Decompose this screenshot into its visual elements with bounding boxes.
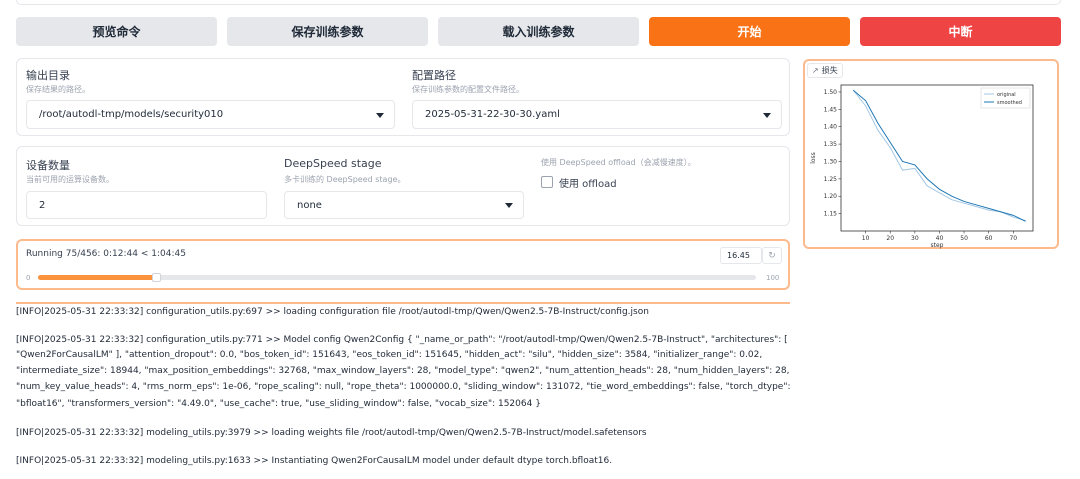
abort-button[interactable]: 中断 (860, 17, 1061, 46)
y-tick-label: 1.40 (824, 124, 838, 131)
progress-status: Running 75/456: 0:12:44 < 1:04:45 (26, 249, 186, 259)
training-progress-panel: Running 75/456: 0:12:44 < 1:04:45 16.45 … (16, 239, 790, 290)
chevron-down-icon (505, 203, 513, 208)
y-tick-label: 1.35 (824, 141, 838, 148)
log-line: "num_key_value_heads": 4, "rms_norm_eps"… (16, 382, 791, 392)
loss-tab-label: 损失 (821, 66, 838, 75)
x-tick-label: 70 (1009, 235, 1017, 242)
log-line: [INFO|2025-05-31 22:33:32] modeling_util… (16, 456, 613, 466)
y-tick-label: 1.45 (824, 106, 838, 113)
deepspeed-stage-label: DeepSpeed stage (284, 157, 382, 170)
loss-tab[interactable]: ↗ 损失 (807, 63, 843, 78)
start-button[interactable]: 开始 (649, 17, 850, 46)
legend-label: original (997, 92, 1016, 98)
x-tick-label: 10 (862, 235, 870, 242)
progress-number-value: 16.45 (727, 251, 750, 260)
output-dir-hint: 保存结果的路径。 (26, 85, 90, 94)
x-tick-label: 40 (936, 235, 944, 242)
log-line: "Qwen2ForCausalLM" ], "attention_dropout… (16, 350, 763, 360)
chevron-down-icon (763, 112, 771, 118)
chevron-down-icon (376, 112, 384, 118)
line-chart-icon: ↗ (812, 66, 819, 75)
config-path-value: 2025-05-31-22-30-30.yaml (425, 109, 560, 120)
device-count-input[interactable]: 2 (26, 191, 267, 219)
top-panel-edge (16, 0, 1061, 5)
x-tick-label: 20 (886, 235, 894, 242)
deepspeed-stage-hint: 多卡训练的 DeepSpeed stage。 (284, 175, 406, 184)
device-count-hint: 当前可用的运算设备数。 (26, 175, 114, 184)
x-tick-label: 60 (985, 235, 993, 242)
y-tick-label: 1.50 (824, 89, 838, 96)
log-line: [INFO|2025-05-31 22:33:32] modeling_util… (16, 428, 647, 438)
progress-slider-track[interactable] (38, 273, 756, 282)
load-params-button[interactable]: 载入训练参数 (438, 17, 639, 46)
x-tick-label: 30 (911, 235, 919, 242)
log-line: "intermediate_size": 18944, "max_positio… (16, 366, 790, 376)
offload-checkbox[interactable] (541, 176, 553, 188)
save-params-button[interactable]: 保存训练参数 (227, 17, 428, 46)
x-axis-label: step (931, 242, 944, 249)
y-tick-label: 1.15 (824, 211, 838, 218)
progress-min-label: 0 (26, 274, 31, 282)
config-path-hint: 保存训练参数的配置文件路径。 (412, 85, 524, 94)
progress-slider-thumb[interactable] (152, 273, 162, 282)
x-tick-label: 50 (960, 235, 968, 242)
legend-label: smoothed (997, 100, 1022, 106)
reset-icon[interactable]: ↻ (762, 247, 782, 264)
y-tick-label: 1.25 (824, 176, 838, 183)
deepspeed-stage-value: none (297, 199, 322, 211)
output-config-panel: 输出目录 保存结果的路径。 /root/autodl-tmp/models/se… (16, 58, 790, 136)
y-axis-label: loss (810, 152, 817, 164)
output-dir-select[interactable]: /root/autodl-tmp/models/security010 (26, 100, 395, 129)
device-deepspeed-panel: 设备数量 当前可用的运算设备数。 2 DeepSpeed stage 多卡训练的… (16, 146, 790, 226)
offload-hint: 使用 DeepSpeed offload（会减慢速度）。 (541, 158, 696, 167)
config-path-label: 配置路径 (412, 69, 456, 82)
progress-number-input[interactable]: 16.45 (720, 247, 762, 264)
log-line: [INFO|2025-05-31 22:33:32] configuration… (16, 307, 649, 317)
loss-chart-panel: ↗ 损失 10 20 30 40 50 60 70 1.15 1.20 1.25 1.30 1.35 1… (803, 59, 1059, 249)
log-line: "bfloat16", "transformers_version": "4.4… (16, 399, 541, 409)
deepspeed-stage-select[interactable]: none (284, 191, 524, 219)
loss-chart: 10 20 30 40 50 60 70 1.15 1.20 1.25 1.30 1.35 1.40 1.… (810, 84, 1034, 249)
y-tick-label: 1.30 (824, 158, 838, 165)
offload-label: 使用 offload (559, 179, 617, 190)
progress-slider-fill (38, 275, 157, 280)
device-count-label: 设备数量 (26, 159, 70, 172)
output-dir-label: 输出目录 (26, 69, 70, 82)
output-dir-value: /root/autodl-tmp/models/security010 (39, 109, 224, 120)
progress-max-label: 100 (766, 274, 780, 282)
config-path-select[interactable]: 2025-05-31-22-30-30.yaml (412, 100, 782, 129)
preview-command-button[interactable]: 预览命令 (16, 17, 217, 46)
y-tick-label: 1.20 (824, 193, 838, 200)
device-count-value: 2 (39, 199, 46, 211)
log-line: [INFO|2025-05-31 22:33:32] configuration… (16, 335, 788, 345)
